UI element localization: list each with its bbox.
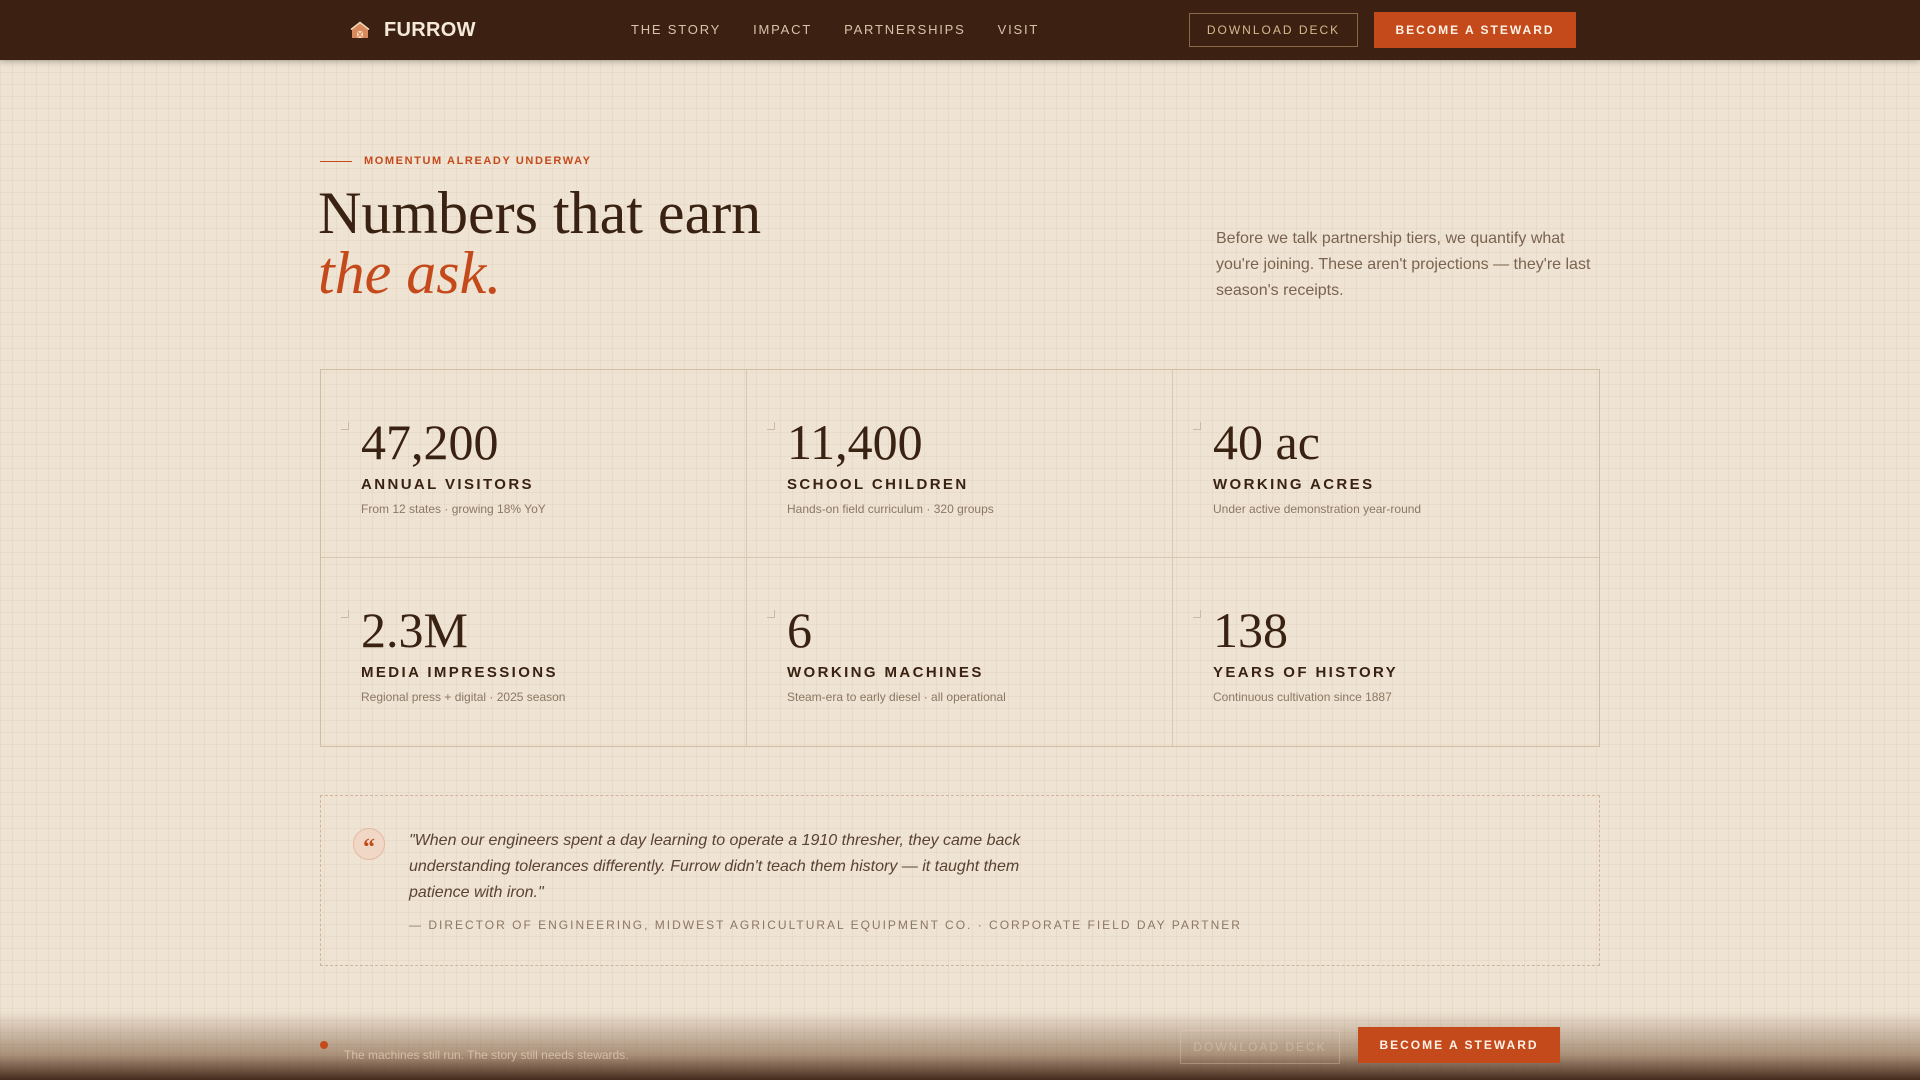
brand-name: FURROW <box>384 18 476 41</box>
quote-icon: “ <box>353 828 385 860</box>
stat-value: 2.3M <box>361 602 468 658</box>
stat-detail: Regional press + digital · 2025 season <box>361 690 566 704</box>
corner-mark <box>767 422 775 430</box>
corner-mark <box>341 422 349 430</box>
sticky-bar-text: The machines still run. The story still … <box>344 1048 629 1062</box>
stat-value: 6 <box>787 602 812 658</box>
sticky-download-deck-button[interactable]: DOWNLOAD DECK <box>1180 1030 1340 1064</box>
stat-card: 138 YEARS OF HISTORY Continuous cultivat… <box>1173 558 1599 746</box>
stat-value: 138 <box>1213 602 1288 658</box>
stat-card: 2.3M MEDIA IMPRESSIONS Regional press + … <box>321 558 747 746</box>
corner-mark <box>1193 422 1201 430</box>
testimonial-attribution: — DIRECTOR OF ENGINEERING, MIDWEST AGRIC… <box>409 918 1242 932</box>
eyebrow: MOMENTUM ALREADY UNDERWAY <box>320 155 592 167</box>
stat-card: 6 WORKING MACHINES Steam-era to early di… <box>747 558 1173 746</box>
headline-accent: the ask. <box>318 240 502 306</box>
testimonial-card: “ "When our engineers spent a day learni… <box>320 795 1600 966</box>
stat-label: SCHOOL CHILDREN <box>787 476 969 493</box>
corner-mark <box>1193 610 1201 618</box>
bottom-fade <box>0 1010 1920 1080</box>
sticky-become-steward-button[interactable]: BECOME A STEWARD <box>1358 1027 1560 1063</box>
stat-detail: Under active demonstration year-round <box>1213 502 1422 516</box>
stats-grid: 47,200 ANNUAL VISITORS From 12 states · … <box>320 369 1600 747</box>
corner-mark <box>767 610 775 618</box>
stat-card: 11,400 SCHOOL CHILDREN Hands-on field cu… <box>747 370 1173 558</box>
headline-main: Numbers that earn <box>318 180 762 246</box>
stat-card: 40 ac WORKING ACRES Under active demonst… <box>1173 370 1599 558</box>
stat-card: 47,200 ANNUAL VISITORS From 12 states · … <box>321 370 747 558</box>
nav-link-the-story[interactable]: THE STORY <box>631 22 721 37</box>
primary-nav: THE STORY IMPACT PARTNERSHIPS VISIT <box>631 22 1071 37</box>
top-navbar: FURROW THE STORY IMPACT PARTNERSHIPS VIS… <box>0 0 1920 60</box>
brand-logo[interactable]: FURROW <box>350 18 476 42</box>
stat-value: 40 ac <box>1213 414 1320 470</box>
stat-value: 11,400 <box>787 414 923 470</box>
nav-link-impact[interactable]: IMPACT <box>753 22 812 37</box>
corner-mark <box>341 610 349 618</box>
barn-icon <box>350 21 370 39</box>
download-deck-button[interactable]: DOWNLOAD DECK <box>1189 13 1358 47</box>
eyebrow-text: MOMENTUM ALREADY UNDERWAY <box>364 155 592 167</box>
stat-label: YEARS OF HISTORY <box>1213 664 1399 681</box>
stat-detail: From 12 states · growing 18% YoY <box>361 502 546 516</box>
page-title: Numbers that earn the ask. <box>318 183 761 303</box>
stat-value: 47,200 <box>361 414 499 470</box>
intro-text: Before we talk partnership tiers, we qua… <box>1216 230 1591 299</box>
stat-label: MEDIA IMPRESSIONS <box>361 664 558 681</box>
stat-detail: Steam-era to early diesel · all operatio… <box>787 690 1006 704</box>
nav-link-partnerships[interactable]: PARTNERSHIPS <box>844 22 966 37</box>
testimonial-text: "When our engineers spent a day learning… <box>409 832 1021 901</box>
stat-label: WORKING MACHINES <box>787 664 984 681</box>
nav-link-visit[interactable]: VISIT <box>998 22 1040 37</box>
stat-detail: Hands-on field curriculum · 320 groups <box>787 502 994 516</box>
become-steward-button[interactable]: BECOME A STEWARD <box>1374 12 1576 48</box>
stat-label: WORKING ACRES <box>1213 476 1375 493</box>
status-dot-icon <box>320 1041 328 1049</box>
stat-detail: Continuous cultivation since 1887 <box>1213 690 1392 704</box>
eyebrow-rule <box>320 160 352 162</box>
stat-label: ANNUAL VISITORS <box>361 476 534 493</box>
